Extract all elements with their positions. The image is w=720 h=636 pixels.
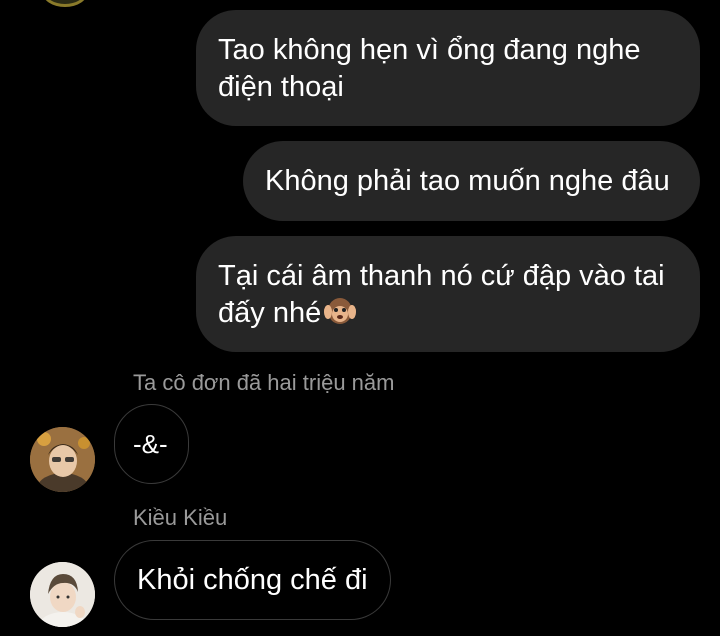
message-text: Không phải tao muốn nghe đâu	[265, 165, 670, 197]
message-text: Khỏi chống chế đi	[137, 563, 368, 596]
sender-name: Ta cô đơn đã hai triệu năm	[133, 370, 395, 395]
incoming-message-bubble[interactable]: Khỏi chống chế đi	[114, 540, 391, 620]
outgoing-message-bubble[interactable]: Tại cái âm thanh nó cứ đập vào tai đấy n…	[196, 236, 700, 352]
outgoing-message-bubble[interactable]: Không phải tao muốn nghe đâu	[243, 141, 700, 221]
sender-avatar[interactable]	[30, 427, 95, 492]
partial-avatar-top[interactable]	[42, 0, 88, 7]
sender-avatar[interactable]	[30, 562, 95, 627]
message-text: Tao không hẹn vì ổng đang nghe điện thoạ…	[218, 34, 641, 103]
outgoing-message-bubble[interactable]: Tao không hẹn vì ổng đang nghe điện thoạ…	[196, 10, 700, 126]
message-text: -&-	[133, 428, 168, 459]
incoming-message-bubble[interactable]: -&-	[114, 404, 189, 484]
message-text: Tại cái âm thanh nó cứ đập vào tai đấy n…	[218, 260, 665, 329]
sender-name: Kiều Kiều	[133, 505, 228, 530]
hear-no-evil-monkey-icon	[323, 296, 357, 326]
